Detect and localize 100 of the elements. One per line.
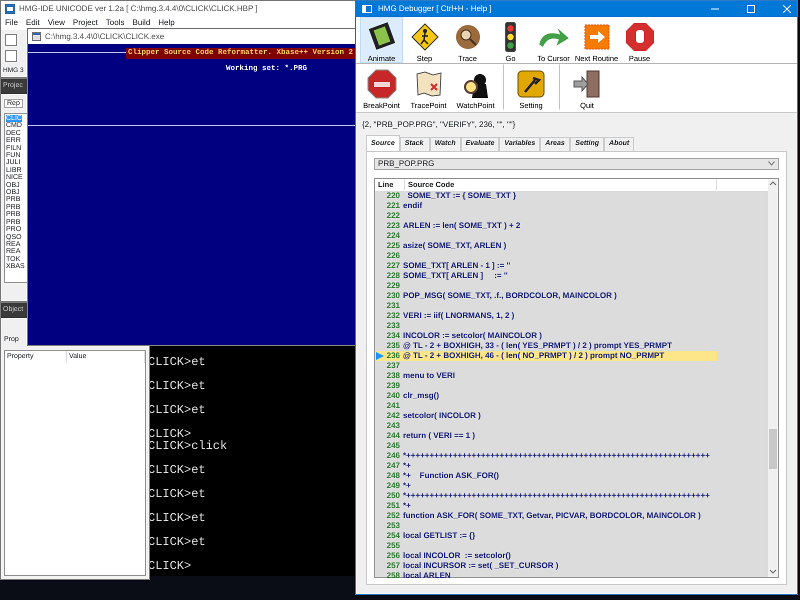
code-row[interactable]: 253	[375, 520, 717, 530]
code-row[interactable]: 245	[375, 440, 717, 450]
code-row[interactable]: 248 *+ Function ASK_FOR()	[375, 470, 717, 480]
line-number: 236	[386, 350, 400, 360]
caret-icon	[768, 161, 775, 166]
code-line: ARLEN := len( SOME_TXT ) + 2	[403, 220, 520, 230]
line-number: 241	[386, 400, 400, 410]
line-number: 258	[386, 570, 400, 580]
code-line: local INCOLOR := setcolor()	[403, 550, 511, 560]
code-row[interactable]: 256 local INCOLOR := setcolor()	[375, 550, 717, 560]
code-row[interactable]: 223 ARLEN := len( SOME_TXT ) + 2	[375, 220, 717, 230]
line-number: 243	[386, 420, 400, 430]
menu-item[interactable]: Edit	[26, 17, 40, 29]
code-row[interactable]: 235 @ TL - 2 + BOXHIGH, 33 - ( len( YES_PRMPT ) / 2 ) prompt YES_PRMPT	[375, 340, 717, 350]
code-row[interactable]: 250 *+++++++++++++++++++++++++++++++++++++++++++++++++++++++++++++++++	[375, 490, 717, 500]
menu-item[interactable]: View	[48, 17, 65, 29]
scroll-up-icon	[768, 178, 778, 186]
current-line-arrow-icon	[376, 352, 384, 360]
code-row[interactable]: 232 VERI := iif( LNORMANS, 1, 2 )	[375, 310, 717, 320]
code-row[interactable]: 240 clr_msg()	[375, 390, 717, 400]
code-row[interactable]: 225 asize( SOME_TXT, ARLEN )	[375, 240, 717, 250]
menu-item[interactable]: File	[5, 17, 18, 29]
code-line: SOME_TXT := { SOME_TXT }	[406, 190, 516, 200]
code-row[interactable]: 231	[375, 300, 717, 310]
line-number: 242	[386, 410, 400, 420]
console-line: CLICK>click	[148, 440, 228, 455]
code-line: *+	[403, 460, 411, 470]
window-icon[interactable]	[5, 50, 17, 62]
code-row[interactable]: 226	[375, 250, 717, 260]
line-number: 245	[386, 440, 400, 450]
line-number: 247	[386, 460, 400, 470]
code-row[interactable]: 228 SOME_TXT[ ARLEN ] := ''	[375, 270, 717, 280]
line-number: 240	[386, 390, 400, 400]
code-row[interactable]: 255	[375, 540, 717, 550]
maximize-icon	[747, 5, 755, 13]
code-line: VERI := iif( LNORMANS, 1, 2 )	[403, 310, 514, 320]
line-number: 221	[386, 200, 400, 210]
code-line: asize( SOME_TXT, ARLEN )	[403, 240, 506, 250]
code-row[interactable]: 230 POP_MSG( SOME_TXT, .f., BORDCOLOR, MAINCOLOR )	[375, 290, 717, 300]
line-number: 254	[386, 530, 400, 540]
code-row[interactable]: 249 *+	[375, 480, 717, 490]
line-number: 229	[386, 280, 400, 290]
code-row[interactable]: 238 menu to VERI	[375, 370, 717, 380]
code-row[interactable]: 246 *+++++++++++++++++++++++++++++++++++++++++++++++++++++++++++++++++	[375, 450, 717, 460]
line-number: 256	[386, 550, 400, 560]
code-row[interactable]: 221 endif	[375, 200, 717, 210]
code-row[interactable]: 236 @ TL - 2 + BOXHIGH, 46 - ( len( NO_PRMPT ) / 2 ) prompt NO_PRMPT	[375, 350, 717, 360]
line-number: 227	[386, 260, 400, 270]
code-line: local ARLEN	[403, 570, 451, 580]
code-row[interactable]: 234 INCOLOR := setcolor( MAINCOLOR )	[375, 330, 717, 340]
code-row[interactable]: 243	[375, 420, 717, 430]
code-row[interactable]: 242 setcolor( INCOLOR )	[375, 410, 717, 420]
menu-item[interactable]: Help	[158, 17, 175, 29]
code-row[interactable]: 254 local GETLIST := {}	[375, 530, 717, 540]
menu-item[interactable]: Project	[72, 17, 98, 29]
code-row[interactable]: 244 return ( VERI == 1 )	[375, 430, 717, 440]
page-icon[interactable]	[5, 34, 17, 46]
line-number: 226	[386, 250, 400, 260]
window-icon	[362, 5, 372, 13]
scrollbar-thumb[interactable]	[769, 428, 777, 468]
stop-hand-icon	[624, 21, 656, 53]
line-number: 230	[386, 290, 400, 300]
code-row[interactable]: 252 function ASK_FOR( SOME_TXT, Getvar, PICVAR, BORDCOLOR, MAINCOLOR )	[375, 510, 717, 520]
line-number: 222	[386, 210, 400, 220]
menu-item[interactable]: Tools	[106, 17, 124, 29]
code-row[interactable]: 241	[375, 400, 717, 410]
tool-icon	[515, 68, 547, 100]
menu-item[interactable]: Build	[132, 17, 150, 29]
module-dropdown[interactable]: PRB_POP.PRG	[374, 158, 779, 170]
code-line: @ TL - 2 + BOXHIGH, 33 - ( len( YES_PRMPT ) / 2 ) prompt YES_PRMPT	[403, 340, 672, 350]
code-row[interactable]: 239	[375, 380, 717, 390]
code-row[interactable]: 257 local INCURSOR := set( _SET_CURSOR )	[375, 560, 717, 570]
walking-sign-icon	[408, 21, 440, 53]
line-number: 251	[386, 500, 400, 510]
call-info-text: {2, "PRB_POP.PRG", "VERIFY", 236, "", ""}	[362, 120, 516, 129]
line-number: 239	[386, 380, 400, 390]
line-number: 257	[386, 560, 400, 570]
line-number: 252	[386, 510, 400, 520]
code-line: *+	[403, 500, 411, 510]
code-row[interactable]: 227 SOME_TXT[ ARLEN - 1 ] := ''	[375, 260, 717, 270]
scroll-down-icon	[768, 568, 778, 576]
app-icon	[5, 4, 15, 14]
code-row[interactable]: 247 *+	[375, 460, 717, 470]
scrollbar[interactable]	[768, 178, 778, 576]
code-line: SOME_TXT[ ARLEN ] := ''	[403, 270, 508, 280]
code-row[interactable]: 220 SOME_TXT := { SOME_TXT }	[375, 190, 717, 200]
line-number: 250	[386, 490, 400, 500]
code-line: SOME_TXT[ ARLEN - 1 ] := ''	[403, 260, 510, 270]
line-number: 232	[386, 310, 400, 320]
code-row[interactable]: 251 *+	[375, 500, 717, 510]
code-row[interactable]: 233	[375, 320, 717, 330]
code-row[interactable]: 222	[375, 210, 717, 220]
code-row[interactable]: 224	[375, 230, 717, 240]
line-number: 228	[386, 270, 400, 280]
line-number: 237	[386, 360, 400, 370]
line-number: 225	[386, 240, 400, 250]
code-row[interactable]: 258 local ARLEN	[375, 570, 717, 580]
code-row[interactable]: 229	[375, 280, 717, 290]
line-number: 235	[386, 340, 400, 350]
code-row[interactable]: 237	[375, 360, 717, 370]
